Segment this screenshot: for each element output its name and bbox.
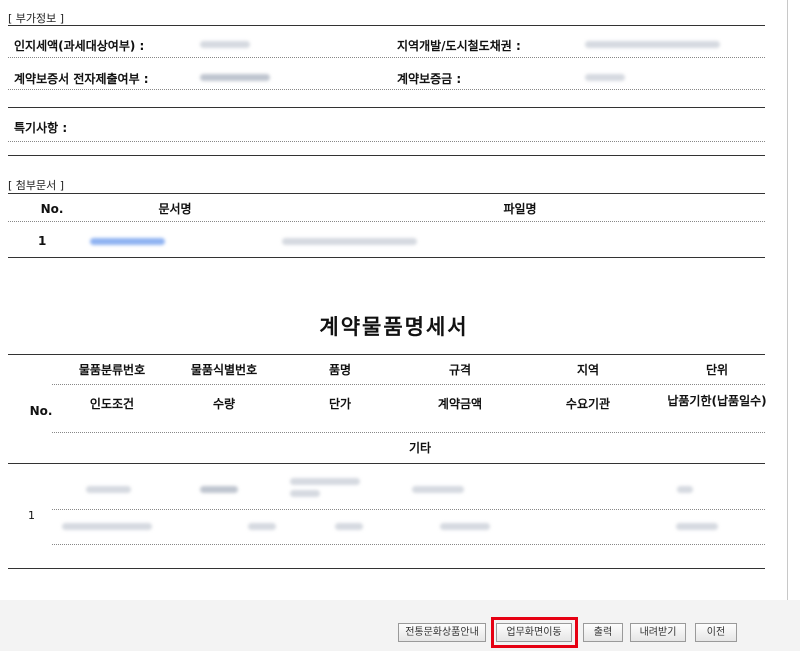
stamp-tax-value <box>200 41 250 48</box>
attachment-row-no: 1 <box>38 234 47 248</box>
divider <box>8 107 765 108</box>
header-item-id-no: 물품식별번호 <box>190 363 258 377</box>
divider <box>8 89 765 90</box>
divider <box>8 257 765 258</box>
header-item-name: 품명 <box>328 363 352 377</box>
item-name-value-line2 <box>290 490 320 497</box>
extra-info-section-title: [ 부가정보 ] <box>8 12 65 25</box>
header-delivery-deadline: 납품기한(납품일수) <box>667 394 767 408</box>
divider <box>8 155 765 156</box>
header-etc: 기타 <box>408 441 432 455</box>
divider <box>52 544 765 545</box>
spec-value <box>412 486 464 493</box>
header-unit-price: 단가 <box>328 397 352 411</box>
contract-document: [ 부가정보 ] 인지세액(과세대상여부) : 지역개발/도시철도채권 : 계약… <box>0 0 788 600</box>
attachment-file-name <box>282 238 417 245</box>
download-button[interactable]: 내려받기 <box>630 623 686 642</box>
guarantee-amount-label: 계약보증금 : <box>397 72 462 86</box>
traditional-culture-product-button[interactable]: 전통문화상품안내 <box>398 623 486 642</box>
guarantee-doc-label: 계약보증서 전자제출여부 : <box>14 72 149 86</box>
item-row-no: 1 <box>28 509 35 522</box>
print-button[interactable]: 출력 <box>583 623 623 642</box>
guarantee-amount-value <box>585 74 625 81</box>
divider <box>8 354 765 355</box>
divider <box>8 463 765 464</box>
unit-value <box>677 486 693 493</box>
item-spec-title: 계약물품명세서 <box>319 315 469 339</box>
quantity-value <box>248 523 276 530</box>
regional-bond-value <box>585 41 720 48</box>
delivery-deadline-value <box>676 523 718 530</box>
header-spec: 규격 <box>448 363 472 377</box>
header-item-class-no: 물품분류번호 <box>78 363 146 377</box>
header-no: No. <box>29 404 53 418</box>
header-quantity: 수량 <box>212 397 236 411</box>
attachment-doc-link[interactable] <box>90 238 165 245</box>
unit-price-value <box>335 523 363 530</box>
contract-amount-value <box>440 523 490 530</box>
header-contract-amount: 계약금액 <box>437 397 483 411</box>
divider <box>52 509 765 510</box>
divider <box>8 568 765 569</box>
divider <box>8 57 765 58</box>
divider <box>52 384 765 385</box>
header-demand-agency: 수요기관 <box>565 397 611 411</box>
attachments-header-no: No. <box>40 202 64 216</box>
divider <box>8 25 765 26</box>
attachments-header-doc-name: 문서명 <box>158 202 192 216</box>
attachments-header-file-name: 파일명 <box>503 202 537 216</box>
guarantee-doc-value <box>200 74 270 81</box>
divider <box>8 141 765 142</box>
regional-bond-label: 지역개발/도시철도채권 : <box>397 39 521 53</box>
header-delivery-terms: 인도조건 <box>89 397 135 411</box>
item-name-value <box>290 478 360 485</box>
divider <box>52 432 765 433</box>
delivery-terms-value <box>62 523 152 530</box>
stamp-tax-label: 인지세액(과세대상여부) : <box>14 39 145 53</box>
prev-button[interactable]: 이전 <box>695 623 737 642</box>
attachments-section-title: [ 첨부문서 ] <box>8 179 65 192</box>
header-unit: 단위 <box>705 363 729 377</box>
item-id-no-value <box>200 486 238 493</box>
divider <box>8 193 765 194</box>
special-notes-label: 특기사항 : <box>14 121 68 135</box>
highlight-box <box>491 617 578 648</box>
divider <box>8 221 765 222</box>
header-region: 지역 <box>576 363 600 377</box>
item-class-no-value <box>86 486 131 493</box>
